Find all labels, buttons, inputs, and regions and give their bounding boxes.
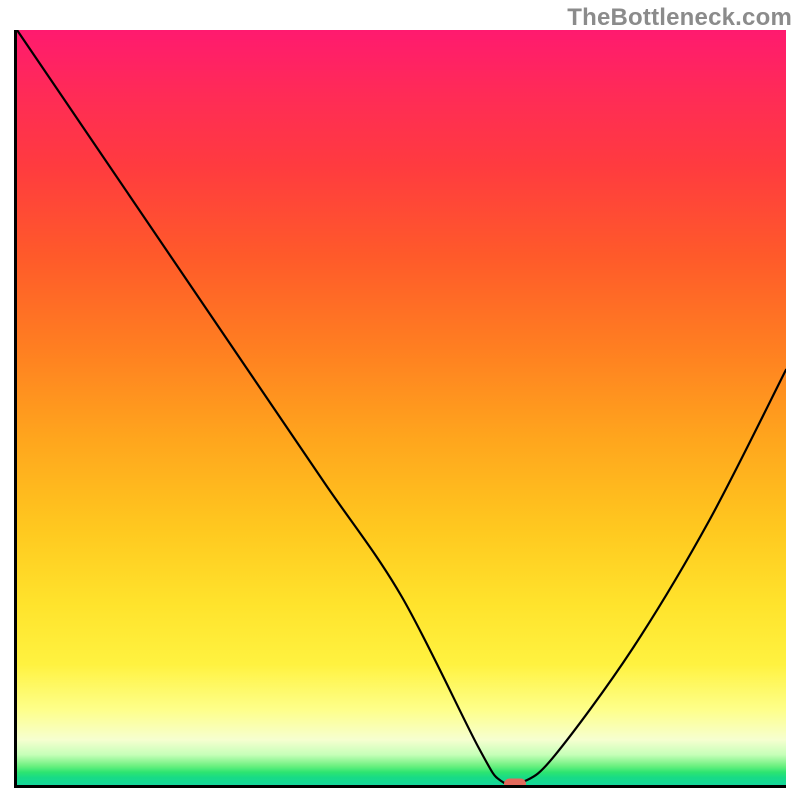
chart-stage: TheBottleneck.com <box>0 0 800 800</box>
heat-gradient <box>17 30 786 785</box>
watermark-text: TheBottleneck.com <box>567 4 792 32</box>
plot-area <box>17 30 786 785</box>
optimal-marker <box>504 779 526 785</box>
plot-frame <box>14 30 786 788</box>
